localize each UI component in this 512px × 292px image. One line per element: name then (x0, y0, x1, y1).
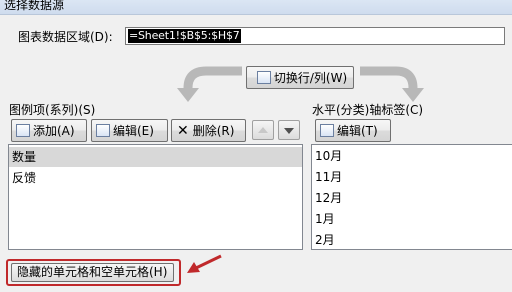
edit-icon (96, 124, 110, 137)
list-item-axis-2[interactable]: 11月 (312, 167, 512, 187)
legend-title: 图例项(系列)(S) (9, 103, 96, 117)
range-input[interactable]: =Sheet1!$B$5:$H$7 (125, 27, 505, 45)
annotation-arrow-icon (187, 254, 222, 273)
axis-labels-list[interactable]: 10月 11月 12月 1月 2月 (311, 144, 512, 250)
axis-labels-title: 水平(分类)轴标签(C) (312, 103, 424, 117)
edit-button-label: 编辑(E) (113, 124, 154, 138)
switch-row-column-button[interactable]: 切换行/列(W) (246, 66, 354, 89)
curved-arrow-right-icon (360, 66, 424, 102)
delete-series-button[interactable]: ✕ 删除(R) (171, 119, 246, 142)
list-item-axis-3[interactable]: 12月 (312, 188, 512, 208)
window-title: 选择数据源 (4, 0, 65, 12)
add-series-button[interactable]: 添加(A) (11, 119, 87, 142)
list-item-axis-1[interactable]: 10月 (312, 146, 512, 166)
title-bar: 选择数据源 (0, 0, 512, 15)
series-list[interactable]: 数量 反馈 (8, 144, 303, 250)
edit-axis-labels-button[interactable]: 编辑(T) (315, 119, 391, 142)
edit-icon (320, 124, 334, 137)
move-up-button[interactable] (252, 120, 274, 140)
add-button-label: 添加(A) (33, 124, 75, 138)
move-down-button[interactable] (278, 120, 300, 140)
delete-icon: ✕ (177, 122, 189, 139)
switch-icon (256, 71, 271, 84)
list-item-axis-5[interactable]: 2月 (312, 230, 512, 250)
axis-edit-button-label: 编辑(T) (337, 124, 378, 138)
edit-series-button[interactable]: 编辑(E) (91, 119, 168, 142)
list-item-series-1[interactable]: 数量 (9, 147, 302, 167)
switch-button-label: 切换行/列(W) (273, 71, 348, 85)
range-value: =Sheet1!$B$5:$H$7 (128, 29, 241, 43)
add-icon (16, 124, 30, 137)
list-item-axis-4[interactable]: 1月 (312, 209, 512, 229)
arrow-up-icon (258, 127, 268, 133)
annotation-highlight-box (6, 259, 181, 286)
delete-button-label: 删除(R) (192, 124, 235, 138)
list-item-series-2[interactable]: 反馈 (9, 168, 302, 188)
curved-arrow-left-icon (177, 66, 242, 102)
range-label: 图表数据区域(D): (18, 30, 113, 44)
arrow-down-icon (284, 128, 294, 134)
